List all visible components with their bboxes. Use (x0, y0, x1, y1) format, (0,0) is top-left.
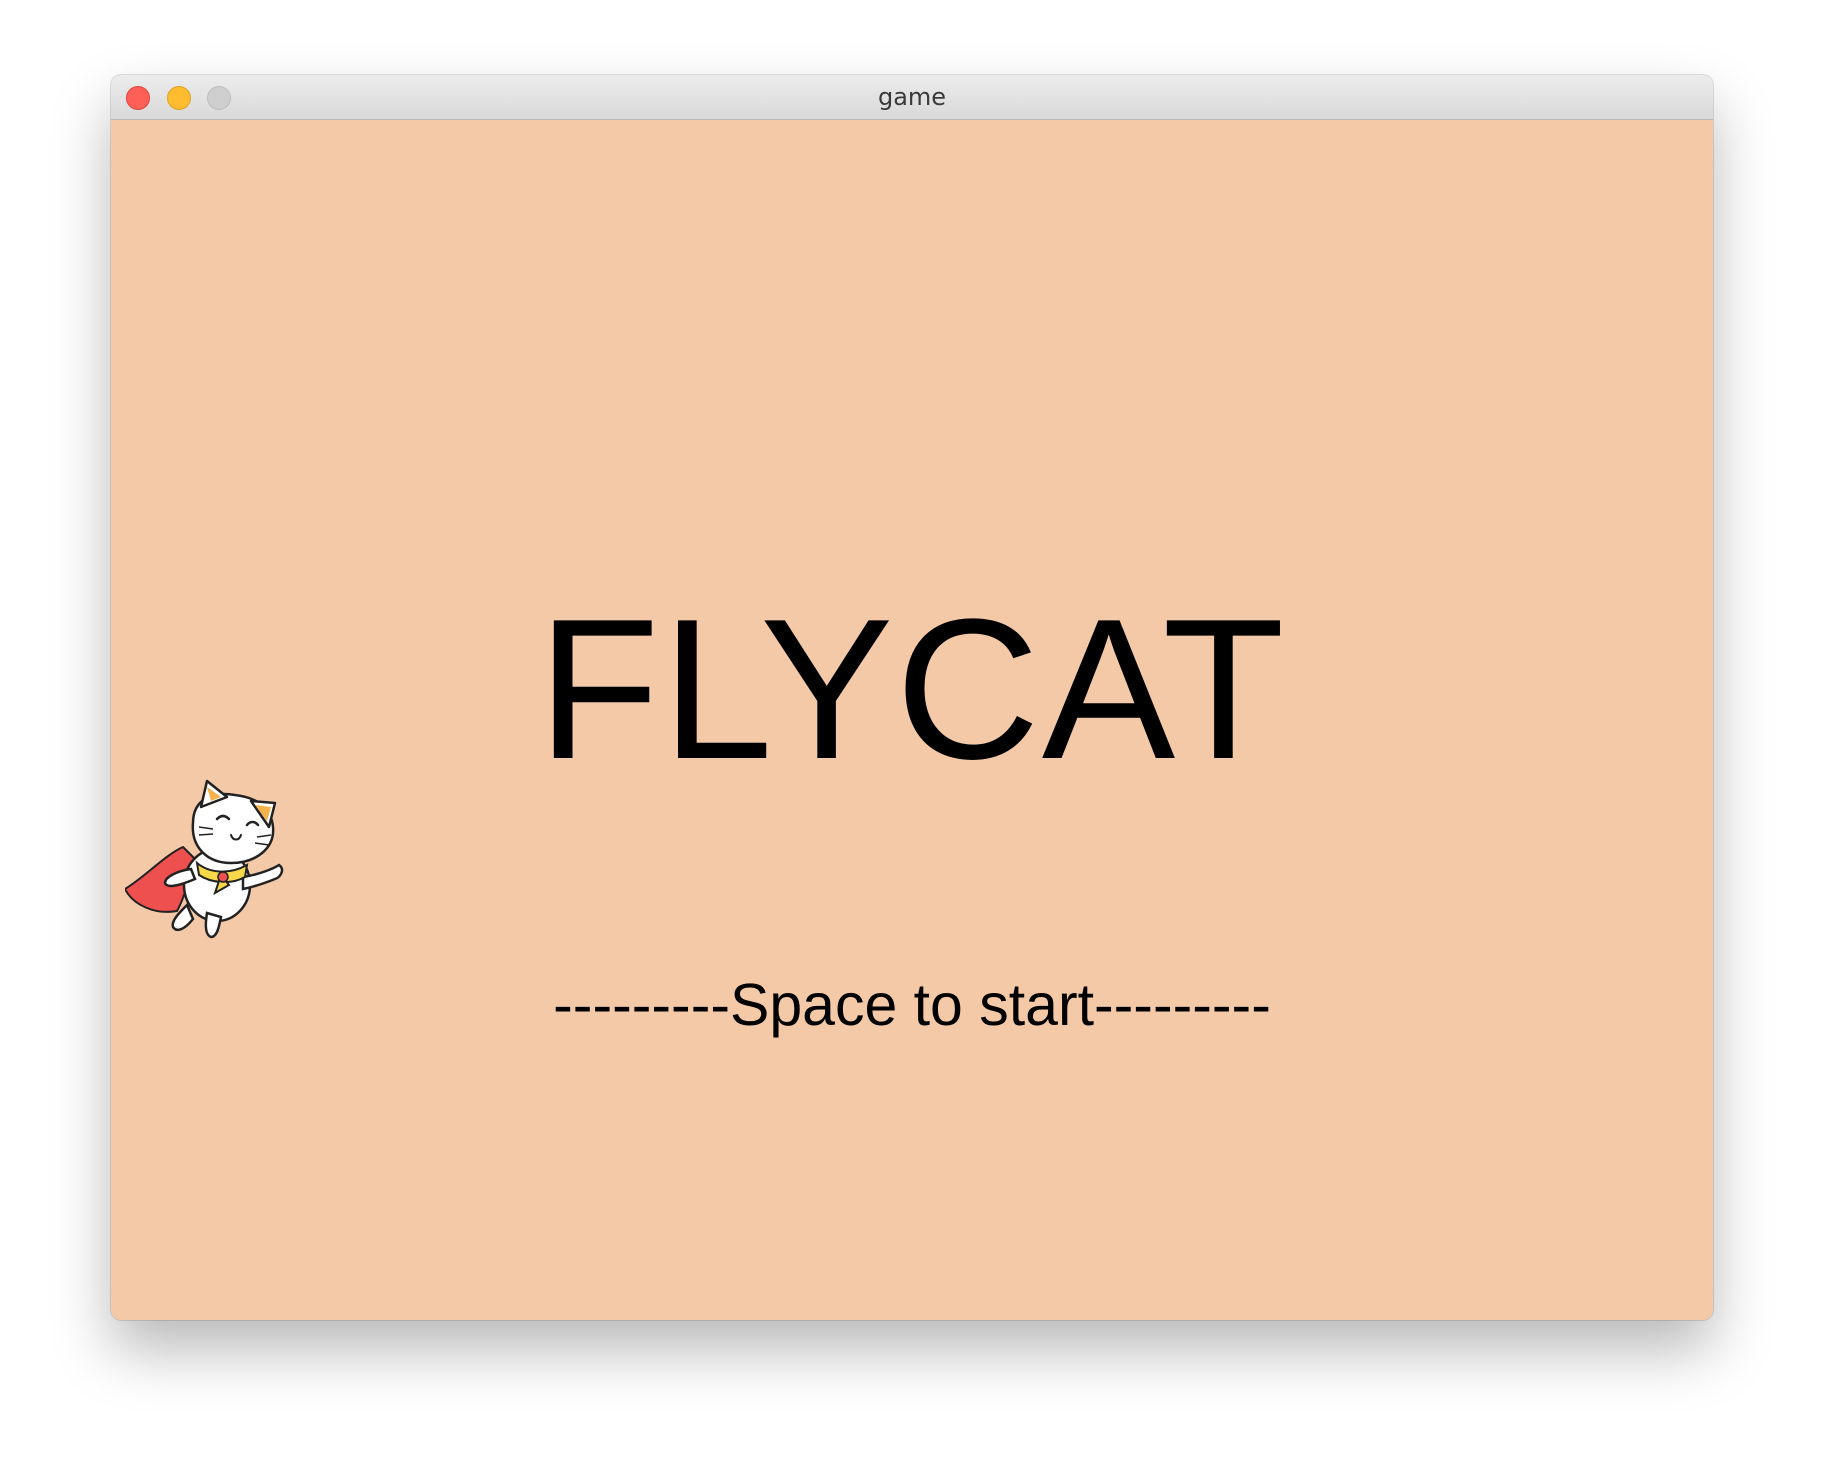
game-window: game FLYCAT ---------Space to start-----… (111, 75, 1713, 1320)
flying-cat-sprite (125, 779, 284, 939)
game-title: FLYCAT (537, 578, 1287, 801)
game-canvas[interactable]: FLYCAT ---------Space to start--------- (111, 120, 1713, 1320)
start-prompt: ---------Space to start--------- (553, 972, 1271, 1038)
title-bar[interactable]: game (111, 75, 1713, 120)
window-title: game (877, 83, 947, 111)
